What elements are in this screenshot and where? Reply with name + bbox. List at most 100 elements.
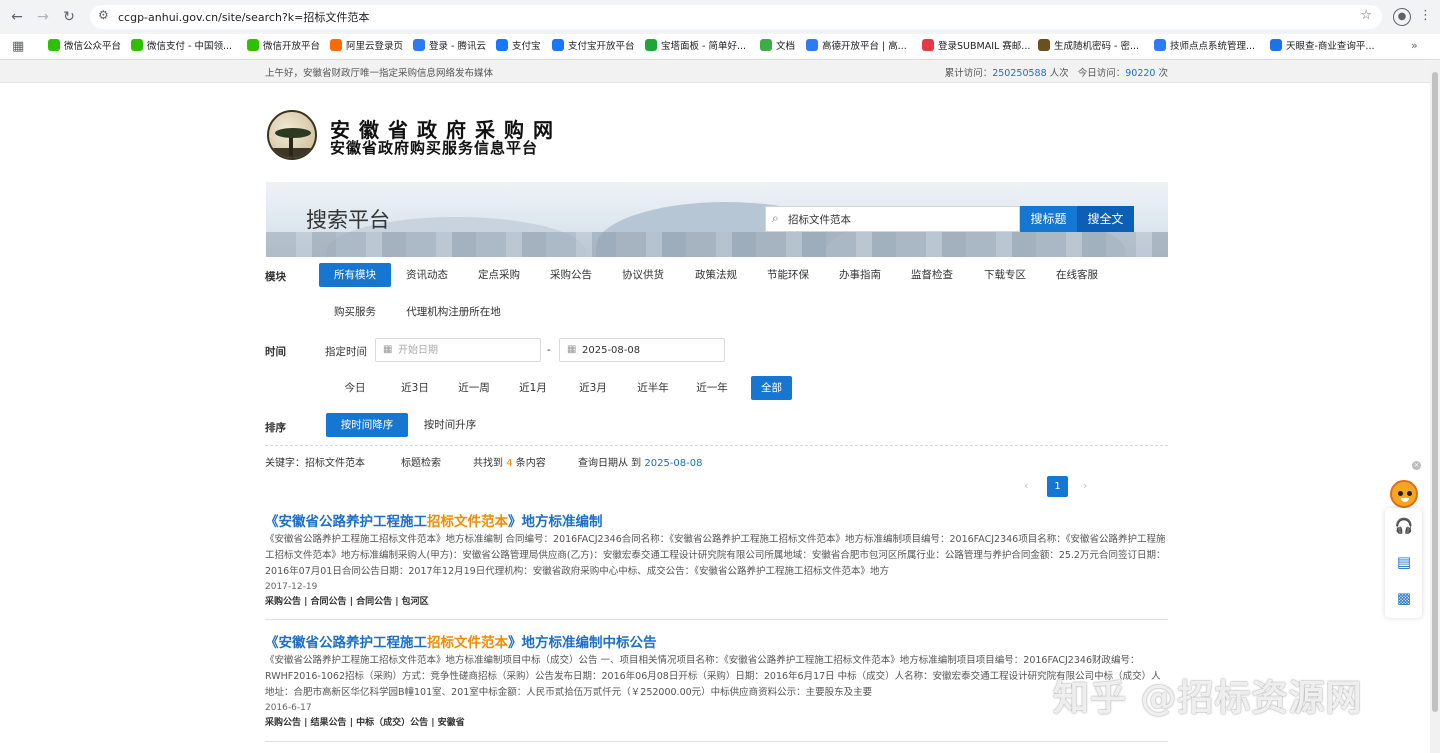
module-option[interactable]: 在线客服 — [1046, 263, 1108, 287]
headset-icon[interactable]: 🎧 — [1394, 516, 1414, 536]
bookmark-item[interactable]: 高德开放平台 | 高... — [806, 39, 907, 55]
module-option[interactable]: 定点采购 — [468, 263, 530, 287]
page-scrollbar[interactable] — [1430, 60, 1440, 753]
greeting-text: 上午好，安徽省财政厅唯一指定采购信息网络发布媒体 — [265, 68, 494, 79]
result-date: 2016-6-17 — [265, 703, 312, 713]
bookmark-item[interactable]: 登录SUBMAIL 赛邮... — [922, 39, 1030, 55]
end-date-field[interactable]: ▦ — [559, 338, 725, 362]
back-icon[interactable]: ← — [8, 8, 26, 26]
mascot-eye — [1407, 491, 1412, 496]
bookmark-favicon-icon — [496, 39, 508, 51]
result-count: 4 — [506, 458, 513, 469]
module-option[interactable]: 政策法规 — [685, 263, 747, 287]
bookmark-favicon-icon — [247, 39, 259, 51]
bookmark-item[interactable]: 阿里云登录页 — [330, 39, 403, 55]
apps-grid-icon[interactable]: ▦ — [12, 39, 24, 54]
start-date-input[interactable] — [398, 342, 536, 359]
logo-rock — [269, 148, 315, 158]
range-option-all[interactable]: 全部 — [751, 376, 792, 400]
sort-label: 排序 — [265, 422, 286, 434]
scroll-thumb[interactable] — [1432, 72, 1438, 712]
bookmark-favicon-icon — [806, 39, 818, 51]
bookmark-item[interactable]: 支付宝开放平台 — [552, 39, 635, 55]
summary-date: 查询日期从 到 2025-08-08 — [578, 458, 703, 469]
search-box[interactable]: ⌕ — [765, 206, 1020, 232]
module-option[interactable]: 节能环保 — [757, 263, 819, 287]
bookmark-star-icon[interactable]: ☆ — [1360, 8, 1372, 23]
bookmark-favicon-icon — [760, 39, 772, 51]
module-label: 模块 — [265, 271, 286, 283]
bookmark-favicon-icon — [1270, 39, 1282, 51]
bookmark-favicon-icon — [552, 39, 564, 51]
pager-prev-icon[interactable]: ‹ — [1024, 479, 1028, 492]
module-option[interactable]: 采购公告 — [540, 263, 602, 287]
range-option[interactable]: 今日 — [334, 376, 376, 400]
module-option-all[interactable]: 所有模块 — [319, 263, 391, 287]
range-option[interactable]: 近3日 — [392, 376, 438, 400]
bookmarks-bar: ▦ 微信公众平台 微信支付 - 中国领... 微信开放平台 阿里云登录页 登录 … — [0, 34, 1440, 60]
pager-current-page[interactable]: 1 — [1047, 476, 1068, 497]
module-option[interactable]: 办事指南 — [829, 263, 891, 287]
bookmark-item[interactable]: 微信支付 - 中国领... — [131, 39, 232, 55]
bookmark-favicon-icon — [330, 39, 342, 51]
sort-desc-button[interactable]: 按时间降序 — [326, 413, 408, 437]
bookmark-favicon-icon — [48, 39, 60, 51]
module-option[interactable]: 代理机构注册所在地 — [396, 300, 511, 324]
module-option[interactable]: 下载专区 — [974, 263, 1036, 287]
bookmark-item[interactable]: 支付宝 — [496, 39, 541, 55]
chart-icon[interactable]: ▤ — [1394, 552, 1414, 572]
address-bar[interactable]: ⚙ ccgp-anhui.gov.cn/site/search?k=招标文件范本… — [90, 5, 1382, 29]
result-snippet: 《安徽省公路养护工程施工招标文件范本》地方标准编制 合同编号：2016FACJ2… — [265, 534, 1166, 577]
range-option[interactable]: 近一年 — [688, 376, 736, 400]
module-option[interactable]: 协议供货 — [612, 263, 674, 287]
site-settings-icon[interactable]: ⚙ — [98, 8, 109, 22]
range-option[interactable]: 近3月 — [570, 376, 616, 400]
banner-title: 搜索平台 — [306, 208, 390, 232]
summary-keyword: 关键字：招标文件范本 — [265, 458, 365, 469]
mascot-icon[interactable] — [1390, 480, 1418, 508]
bookmark-item[interactable]: 宝塔面板 - 简单好... — [645, 39, 746, 55]
result-tags: 采购公告 | 合同公告 | 合同公告 | 包河区 — [265, 597, 429, 607]
search-input[interactable] — [788, 210, 1016, 228]
result-title-link[interactable]: 《安徽省公路养护工程施工招标文件范本》地方标准编制中标公告 — [265, 631, 1168, 651]
reload-icon[interactable]: ↻ — [60, 8, 78, 26]
result-separator — [265, 741, 1168, 742]
bookmark-favicon-icon — [1154, 39, 1166, 51]
module-option[interactable]: 购买服务 — [324, 300, 386, 324]
sort-asc-button[interactable]: 按时间升序 — [414, 413, 486, 437]
watermark-text: 知乎 @招标资源网 — [1053, 678, 1363, 719]
search-fulltext-button[interactable]: 搜全文 — [1077, 206, 1134, 232]
time-label: 时间 — [265, 346, 286, 358]
bookmark-favicon-icon — [413, 39, 425, 51]
result-separator — [265, 619, 1168, 620]
summary-count: 共找到 4 条内容 — [473, 458, 546, 469]
bookmark-item[interactable]: 技师点点系统管理... — [1154, 39, 1255, 55]
bookmark-item[interactable]: 微信公众平台 — [48, 39, 121, 55]
range-option[interactable]: 近半年 — [629, 376, 677, 400]
float-close-icon[interactable]: × — [1412, 461, 1421, 470]
range-option[interactable]: 近一周 — [450, 376, 498, 400]
module-option[interactable]: 资讯动态 — [396, 263, 458, 287]
start-date-field[interactable]: ▦ — [375, 338, 541, 362]
bookmarks-overflow-icon[interactable]: » — [1411, 39, 1418, 52]
pager-next-icon[interactable]: › — [1083, 479, 1087, 492]
forward-icon[interactable]: → — [34, 8, 52, 26]
profile-icon[interactable]: ● — [1393, 8, 1411, 26]
site-logo-icon[interactable] — [267, 110, 317, 160]
end-date-input[interactable] — [582, 342, 720, 359]
mascot-eye — [1398, 491, 1403, 496]
result-snippet: 《安徽省公路养护工程施工招标文件范本》地方标准编制项目中标（成交）公告 一、项目… — [265, 655, 1161, 698]
qrcode-icon[interactable]: ▩ — [1394, 588, 1414, 608]
bookmark-item[interactable]: 微信开放平台 — [247, 39, 320, 55]
module-option[interactable]: 监督检查 — [901, 263, 963, 287]
bookmark-item[interactable]: 登录 - 腾讯云 — [413, 39, 486, 55]
bookmark-item[interactable]: 天眼查-商业查询平... — [1270, 39, 1375, 55]
url-text[interactable]: ccgp-anhui.gov.cn/site/search?k=招标文件范本 — [118, 9, 369, 25]
filter-divider — [265, 445, 1168, 446]
range-option[interactable]: 近1月 — [510, 376, 556, 400]
search-title-button[interactable]: 搜标题 — [1020, 206, 1077, 232]
result-title-link[interactable]: 《安徽省公路养护工程施工招标文件范本》地方标准编制 — [265, 510, 1168, 530]
menu-icon[interactable]: ⋮ — [1419, 8, 1432, 23]
bookmark-item[interactable]: 文档 — [760, 39, 795, 55]
bookmark-item[interactable]: 生成随机密码 - 密... — [1038, 39, 1139, 55]
